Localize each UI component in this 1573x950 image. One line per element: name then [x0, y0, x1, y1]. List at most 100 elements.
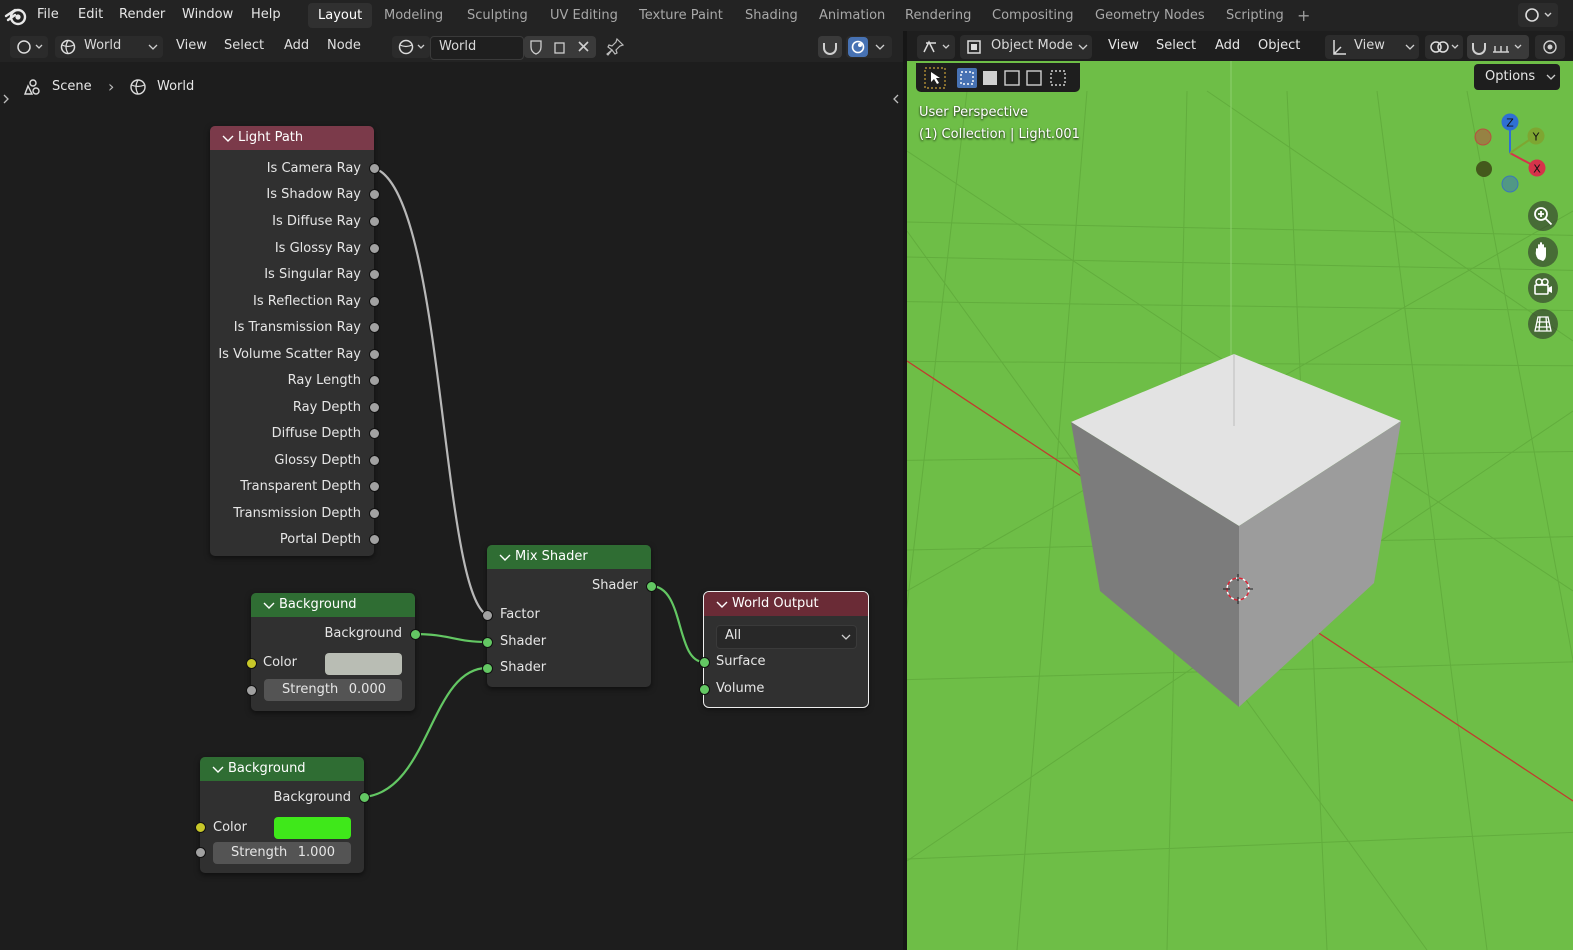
socket-transmission-depth[interactable]	[369, 508, 380, 519]
collapse-chevron-icon[interactable]	[716, 592, 728, 616]
background-1-output-socket[interactable]	[410, 629, 421, 640]
menu-file[interactable]: File	[37, 7, 59, 22]
collapse-chevron-icon[interactable]	[499, 545, 511, 569]
tab-shading[interactable]: Shading	[735, 3, 808, 28]
mix-factor-socket[interactable]	[482, 610, 493, 621]
orientation-icon	[1333, 40, 1346, 55]
menu-window[interactable]: Window	[182, 7, 233, 22]
socket-diffuse-depth[interactable]	[369, 428, 380, 439]
background-node-1[interactable]: Background Background Color Strength 0.0…	[251, 593, 415, 711]
collapse-chevron-icon[interactable]	[212, 757, 224, 781]
perspective-toggle-button[interactable]	[1528, 309, 1558, 339]
menu-view[interactable]: View	[1108, 38, 1139, 53]
navigation-gizmo[interactable]: Z Y X	[1469, 109, 1549, 199]
tab-compositing[interactable]: Compositing	[982, 3, 1084, 28]
socket-ray-length[interactable]	[369, 375, 380, 386]
tab-modeling[interactable]: Modeling	[374, 3, 453, 28]
background-2-color-socket[interactable]	[195, 822, 206, 833]
add-workspace-button[interactable]: +	[1297, 6, 1310, 25]
viewport-header: Object Mode View Select Add Object View	[907, 31, 1573, 61]
mode-dropdown[interactable]: Object Mode	[960, 35, 1092, 59]
mode-subtract-icon[interactable]	[1004, 70, 1020, 86]
menu-render[interactable]: Render	[119, 7, 165, 22]
mix-shader-b-socket[interactable]	[482, 663, 493, 674]
tab-geometry-nodes[interactable]: Geometry Nodes	[1085, 3, 1215, 28]
snap-toggle[interactable]	[1467, 35, 1529, 59]
mix-shader-node[interactable]: Mix Shader Shader Factor Shader Shader	[487, 545, 651, 687]
collapse-chevron-icon[interactable]	[263, 593, 275, 617]
mix-shader-output-label: Shader	[591, 578, 638, 593]
socket-is-diffuse-ray[interactable]	[369, 216, 380, 227]
background-1-strength-socket[interactable]	[246, 685, 257, 696]
background-node-2-header[interactable]: Background	[200, 757, 364, 781]
background-node-2[interactable]: Background Background Color Strength 1.0…	[200, 757, 364, 873]
socket-glossy-depth[interactable]	[369, 455, 380, 466]
pivot-icon	[1430, 41, 1459, 53]
background-1-strength-field[interactable]: Strength 0.000	[264, 679, 402, 701]
chevron-down-icon	[1546, 74, 1556, 80]
socket-transparent-depth[interactable]	[369, 481, 380, 492]
socket-ray-depth[interactable]	[369, 402, 380, 413]
mode-intersect-icon[interactable]	[1050, 70, 1066, 86]
world-output-node[interactable]: World Output All Surface Volume	[703, 591, 869, 708]
socket-is-volume-scatter-ray[interactable]	[369, 349, 380, 360]
tab-sculpting[interactable]: Sculpting	[457, 3, 538, 28]
menu-select[interactable]: Select	[1156, 38, 1196, 53]
pivot-dropdown[interactable]	[1425, 35, 1463, 59]
background-2-strength-field[interactable]: Strength 1.000	[213, 842, 351, 864]
socket-is-camera-ray[interactable]	[369, 163, 380, 174]
3d-viewport[interactable]: Object Mode View Select Add Object View	[907, 31, 1573, 950]
mix-shader-output-socket[interactable]	[646, 581, 657, 592]
tab-texture-paint[interactable]: Texture Paint	[629, 3, 733, 28]
mix-shader-a-label: Shader	[500, 634, 547, 649]
camera-view-button[interactable]	[1528, 273, 1558, 303]
socket-is-reflection-ray[interactable]	[369, 296, 380, 307]
menu-add[interactable]: Add	[1215, 38, 1240, 53]
output-is-camera-ray: Is Camera Ray	[266, 161, 361, 176]
surface-input-socket[interactable]	[699, 657, 710, 668]
menu-edit[interactable]: Edit	[78, 7, 103, 22]
world-output-node-header[interactable]: World Output	[704, 592, 868, 616]
blender-logo-icon[interactable]	[4, 4, 28, 28]
background-node-1-header[interactable]: Background	[251, 593, 415, 617]
background-1-color-socket[interactable]	[246, 658, 257, 669]
tab-uv-editing[interactable]: UV Editing	[540, 3, 628, 28]
node-editor[interactable]: World View Select Add Node World Scene ›…	[0, 31, 903, 950]
mode-set-icon[interactable]	[957, 68, 977, 88]
menu-help[interactable]: Help	[251, 7, 281, 22]
background-1-color-swatch[interactable]	[325, 653, 402, 675]
tab-layout[interactable]: Layout	[308, 3, 373, 28]
volume-input-socket[interactable]	[699, 684, 710, 695]
node-links	[363, 166, 705, 799]
background-2-title: Background	[228, 761, 306, 776]
orientation-dropdown[interactable]: View	[1325, 35, 1419, 59]
proportional-edit-toggle[interactable]	[1535, 35, 1565, 59]
socket-is-shadow-ray[interactable]	[369, 189, 380, 200]
mode-invert-icon[interactable]	[1026, 70, 1042, 86]
socket-is-glossy-ray[interactable]	[369, 243, 380, 254]
tab-animation[interactable]: Animation	[809, 3, 895, 28]
socket-portal-depth[interactable]	[369, 534, 380, 545]
scene-selector[interactable]	[1518, 3, 1558, 27]
mode-extend-icon[interactable]	[983, 71, 997, 85]
socket-is-singular-ray[interactable]	[369, 269, 380, 280]
render-target-dropdown[interactable]: All	[716, 625, 857, 649]
menu-object[interactable]: Object	[1258, 38, 1300, 53]
background-2-strength-socket[interactable]	[195, 847, 206, 858]
zoom-button[interactable]	[1528, 201, 1558, 231]
editor-type-button[interactable]	[917, 35, 955, 59]
surface-input-label: Surface	[716, 654, 766, 669]
socket-is-transmission-ray[interactable]	[369, 322, 380, 333]
background-2-output-socket[interactable]	[359, 792, 370, 803]
strength-value: 1.000	[297, 845, 335, 860]
mix-shader-node-header[interactable]: Mix Shader	[487, 545, 651, 569]
pan-button[interactable]	[1528, 237, 1558, 267]
gizmo-x-label: X	[1533, 163, 1541, 176]
tab-scripting[interactable]: Scripting	[1216, 3, 1294, 28]
background-2-color-swatch[interactable]	[274, 817, 351, 839]
options-button[interactable]: Options	[1474, 64, 1560, 90]
scene-icon	[1525, 8, 1552, 22]
tab-rendering[interactable]: Rendering	[895, 3, 981, 28]
mode-label: Object Mode	[991, 38, 1073, 53]
mix-shader-a-socket[interactable]	[482, 637, 493, 648]
